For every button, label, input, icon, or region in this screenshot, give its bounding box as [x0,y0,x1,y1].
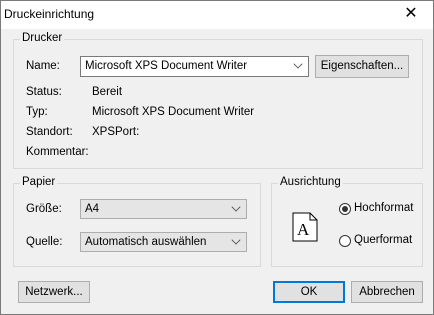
size-label: Größe: [26,203,62,215]
print-setup-dialog: Druckeinrichtung ✕ Drucker Name: Microso… [0,0,434,315]
type-label: Typ: [26,106,48,118]
landscape-radio[interactable] [339,235,351,247]
paper-source-value: Automatisch auswählen [85,236,207,248]
portrait-label[interactable]: Hochformat [354,202,413,214]
portrait-radio[interactable] [339,203,351,215]
network-button[interactable]: Netzwerk... [18,281,90,303]
landscape-label[interactable]: Querformat [354,234,412,246]
paper-size-select[interactable]: A4 [80,199,247,219]
status-value: Bereit [92,86,123,98]
location-value: XPSPort: [92,126,140,138]
properties-button[interactable]: Eigenschaften... [315,55,409,78]
paper-group: Papier [13,176,261,267]
orientation-group-label: Ausrichtung [278,176,343,188]
chevron-down-icon [293,59,303,69]
name-label: Name: [26,60,60,72]
paper-group-label: Papier [20,176,58,188]
location-label: Standort: [26,126,73,138]
title-bar: Druckeinrichtung ✕ [1,1,433,29]
cancel-button[interactable]: Abbrechen [351,281,423,303]
type-value: Microsoft XPS Document Writer [92,106,255,118]
source-label: Quelle: [26,236,63,248]
chevron-down-icon [231,202,241,212]
ok-button[interactable]: OK [273,281,345,303]
page-icon-letter: A [297,220,310,239]
printer-name-select[interactable]: Microsoft XPS Document Writer [80,56,309,77]
chevron-down-icon [231,235,241,245]
printer-group-label: Drucker [20,32,65,44]
radio-selected-dot [342,206,348,212]
paper-size-value: A4 [85,203,100,215]
close-icon[interactable]: ✕ [401,4,421,24]
dialog-title: Druckeinrichtung [4,7,95,21]
status-label: Status: [26,86,62,98]
page-portrait-icon: A [292,212,318,242]
comment-label: Kommentar: [26,146,89,158]
paper-source-select[interactable]: Automatisch auswählen [80,232,247,252]
printer-name-value: Microsoft XPS Document Writer [85,60,248,72]
